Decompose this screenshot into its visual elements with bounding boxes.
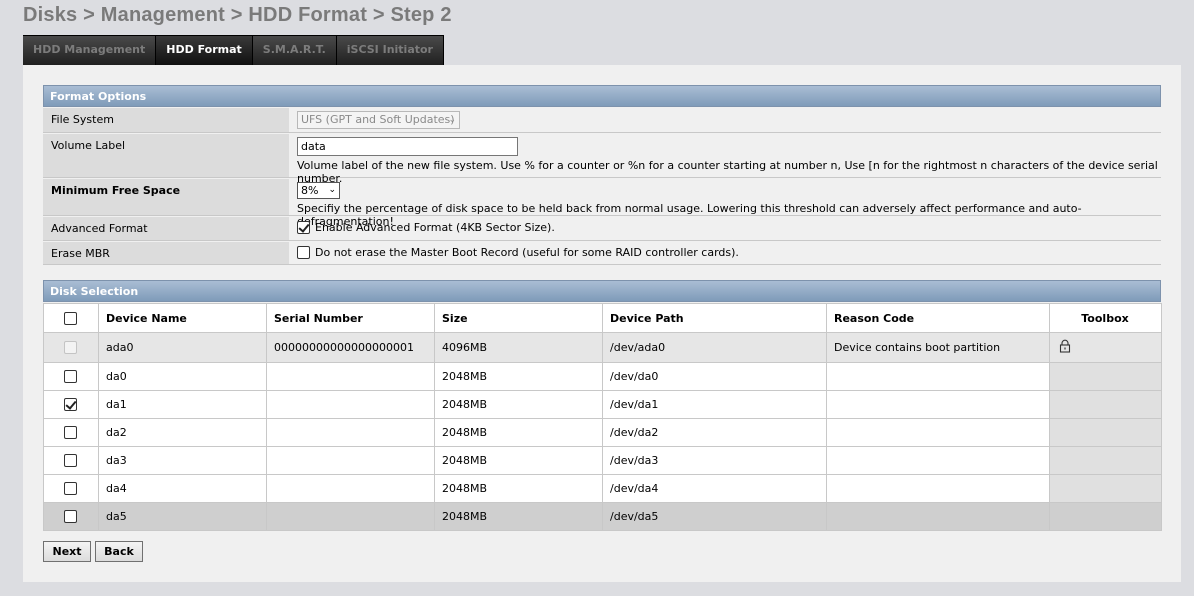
page-title: Disks > Management > HDD Format > Step 2 [23,4,452,26]
serial-number: 00000000000000000001 [266,332,435,363]
row-checkbox[interactable] [64,454,77,468]
col-serial-number: Serial Number [266,303,435,333]
table-row: da3 2048MB /dev/da3 [43,446,1162,475]
advanced-format-label: Advanced Format [43,217,289,240]
device-path: /dev/da2 [602,418,827,447]
toolbox-cell [1049,446,1162,475]
size: 2048MB [434,502,603,531]
device-path: /dev/da3 [602,446,827,475]
volume-label-row: Volume Label data Volume label of the ne… [43,134,1161,185]
tab-iscsi-initiator[interactable]: iSCSI Initiator [336,35,444,65]
device-path: /dev/da0 [602,362,827,391]
row-checkbox [64,341,77,355]
col-toolbox: Toolbox [1049,303,1162,333]
row-checkbox[interactable] [64,398,77,412]
min-free-space-label: Minimum Free Space [43,179,289,215]
device-path: /dev/da1 [602,390,827,419]
device-path: /dev/da4 [602,474,827,503]
toolbox-cell [1049,332,1162,363]
reason-code [826,474,1050,503]
row-checkbox[interactable] [64,510,77,524]
advanced-format-checkbox[interactable] [297,220,310,234]
file-system-label: File System [43,108,289,132]
size: 2048MB [434,446,603,475]
erase-mbr-checkbox[interactable] [297,245,310,259]
min-free-space-select[interactable]: 8% ⌄ [297,182,340,199]
table-row: da5 2048MB /dev/da5 [43,502,1162,531]
row-checkbox[interactable] [64,426,77,440]
table-row: da2 2048MB /dev/da2 [43,418,1162,447]
table-row: da0 2048MB /dev/da0 [43,362,1162,391]
serial-number [266,446,435,475]
advanced-format-row: Advanced Format Enable Advanced Format (… [43,217,1161,241]
row-checkbox[interactable] [64,482,77,496]
col-reason-code: Reason Code [826,303,1050,333]
device-name: da1 [98,390,267,419]
reason-code [826,502,1050,531]
device-name: da2 [98,418,267,447]
select-all-checkbox[interactable] [64,311,77,325]
file-system-row: File System UFS (GPT and Soft Updates) ⌄ [43,108,1161,133]
serial-number [266,474,435,503]
min-free-space-row: Minimum Free Space 8% ⌄ Specifiy the per… [43,179,1161,228]
table-header-row: Device Name Serial Number Size Device Pa… [43,303,1162,333]
toolbox-cell [1049,362,1162,391]
device-name: da3 [98,446,267,475]
size: 4096MB [434,332,603,363]
toolbox-cell [1049,502,1162,531]
back-button[interactable]: Back [95,541,143,562]
erase-mbr-row: Erase MBR Do not erase the Master Boot R… [43,242,1161,265]
device-path: /dev/da5 [602,502,827,531]
chevron-down-icon: ⌄ [328,185,336,195]
col-device-name: Device Name [98,303,267,333]
table-row: da4 2048MB /dev/da4 [43,474,1162,503]
device-name: ada0 [98,332,267,363]
table-row: da1 2048MB /dev/da1 [43,390,1162,419]
col-size: Size [434,303,603,333]
size: 2048MB [434,418,603,447]
volume-label-input[interactable]: data [297,137,518,156]
device-path: /dev/ada0 [602,332,827,363]
toolbox-cell [1049,418,1162,447]
size: 2048MB [434,474,603,503]
serial-number [266,362,435,391]
reason-code [826,390,1050,419]
next-button[interactable]: Next [43,541,91,562]
reason-code: Device contains boot partition [826,332,1050,363]
serial-number [266,418,435,447]
advanced-format-text: Enable Advanced Format (4KB Sector Size)… [315,220,555,234]
reason-code [826,362,1050,391]
device-name: da4 [98,474,267,503]
chevron-down-icon: ⌄ [448,115,456,125]
disk-selection-header: Disk Selection [43,280,1161,302]
format-options-header: Format Options [43,85,1161,107]
serial-number [266,390,435,419]
size: 2048MB [434,362,603,391]
erase-mbr-label: Erase MBR [43,242,289,264]
content-panel: Format Options File System UFS (GPT and … [23,65,1181,582]
row-checkbox[interactable] [64,370,77,384]
reason-code [826,418,1050,447]
select-all-cell [43,303,99,333]
file-system-select: UFS (GPT and Soft Updates) ⌄ [297,111,460,129]
erase-mbr-text: Do not erase the Master Boot Record (use… [315,245,739,259]
toolbox-cell [1049,474,1162,503]
lock-icon [1059,339,1071,353]
volume-label-label: Volume Label [43,134,289,177]
disk-table: Device Name Serial Number Size Device Pa… [43,303,1162,531]
reason-code [826,446,1050,475]
size: 2048MB [434,390,603,419]
table-row: ada0 00000000000000000001 4096MB /dev/ad… [43,332,1162,363]
file-system-value: UFS (GPT and Soft Updates) [301,113,455,126]
tab-smart[interactable]: S.M.A.R.T. [252,35,337,65]
tab-hdd-format[interactable]: HDD Format [156,35,253,65]
device-name: da5 [98,502,267,531]
tab-bar: HDD Management HDD Format S.M.A.R.T. iSC… [23,35,444,65]
serial-number [266,502,435,531]
tab-hdd-management[interactable]: HDD Management [23,35,157,65]
toolbox-cell [1049,390,1162,419]
device-name: da0 [98,362,267,391]
col-device-path: Device Path [602,303,827,333]
min-free-space-value: 8% [301,184,319,197]
